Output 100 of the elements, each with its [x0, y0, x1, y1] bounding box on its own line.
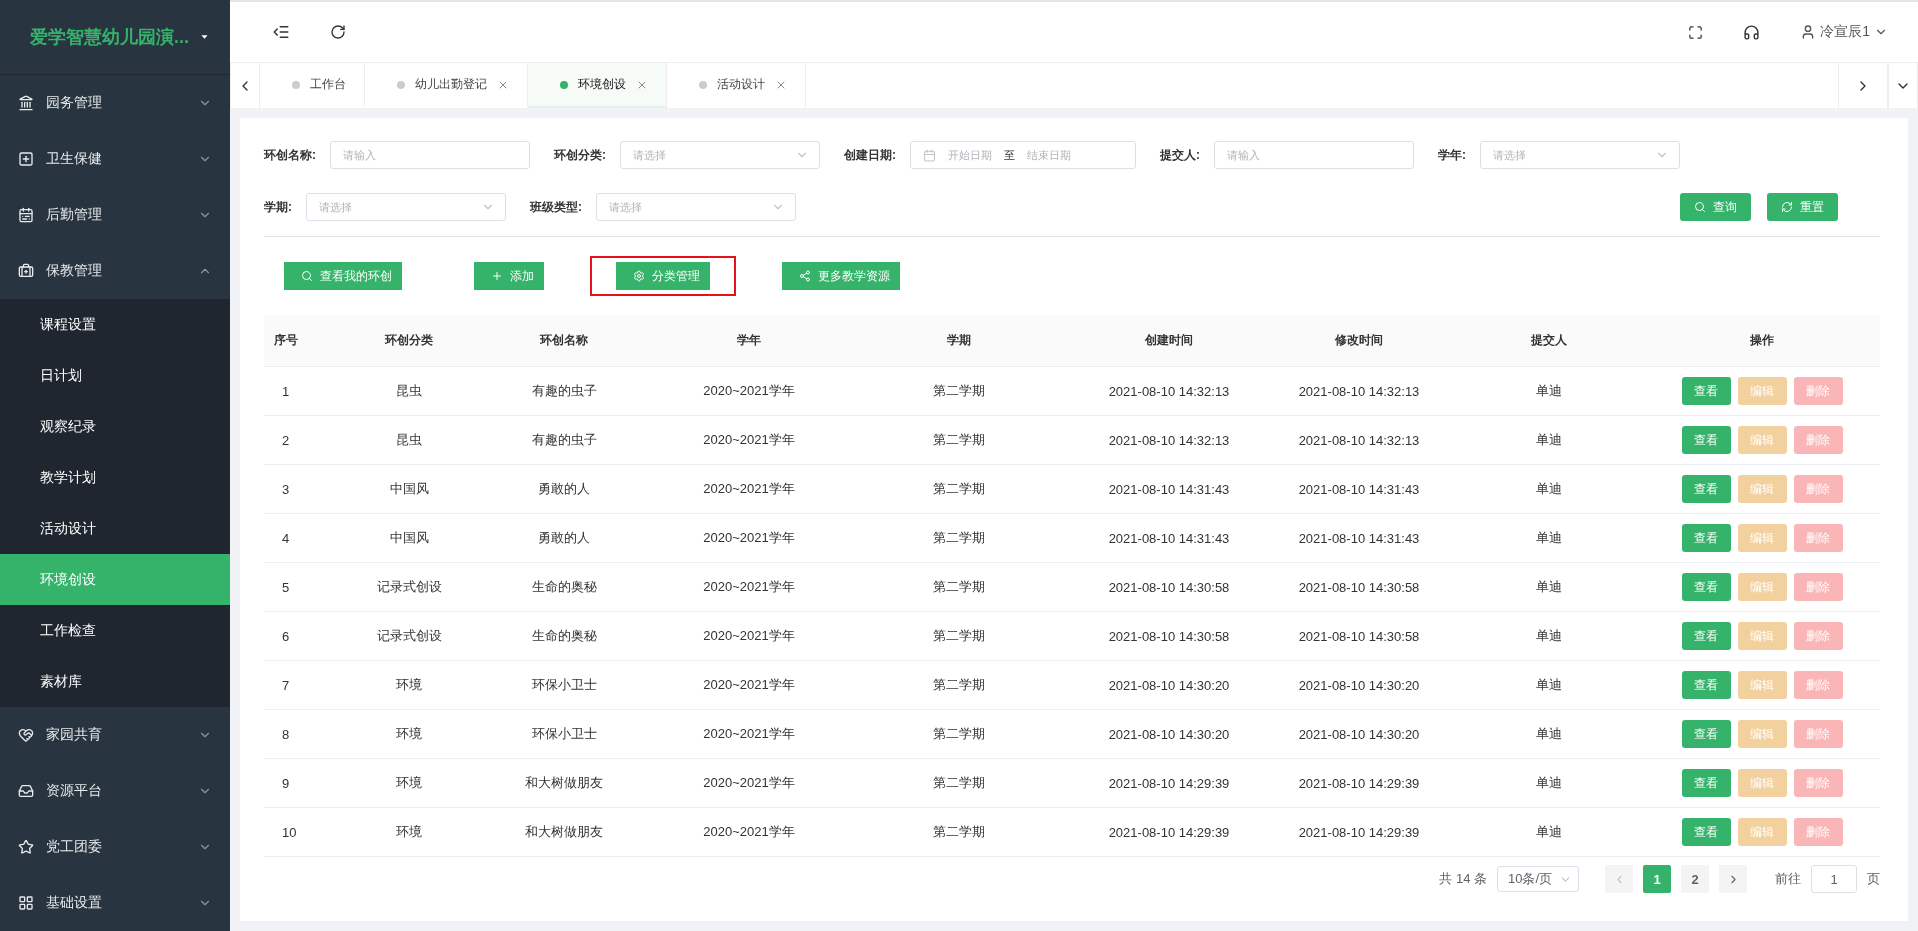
table-cell-text: 2021-08-10 14:30:20	[1107, 676, 1231, 695]
table-cell-text: 1	[281, 382, 291, 401]
reset-button[interactable]: 重置	[1767, 193, 1838, 221]
view-button[interactable]: 查看	[1681, 475, 1731, 503]
table-cell-text: 2021-08-10 14:29:39	[1297, 774, 1421, 793]
view-button[interactable]: 查看	[1681, 720, 1731, 748]
table-cell-text: 生命的奥秘	[530, 578, 598, 596]
table-cell-text: 2021-08-10 14:29:39	[1107, 823, 1231, 842]
table-cell-text: 2021-08-10 14:31:43	[1297, 480, 1421, 499]
sidebar-menu-item[interactable]: 保教管理	[0, 243, 230, 299]
table-cell-text: 第二学期	[932, 382, 986, 400]
page-number[interactable]: 1	[1643, 865, 1671, 893]
sidebar-submenu-item[interactable]: 教学计划	[0, 452, 230, 503]
table-cell-text: 2021-08-10 14:31:43	[1297, 529, 1421, 548]
filter-label: 环创分类:	[554, 146, 606, 164]
sidebar-submenu-item[interactable]: 观察纪录	[0, 401, 230, 452]
view-button[interactable]: 查看	[1681, 818, 1731, 846]
view-button[interactable]: 查看	[1681, 622, 1731, 650]
sidebar-submenu-item[interactable]: 课程设置	[0, 299, 230, 350]
table-cell-text: 10	[281, 823, 298, 842]
table-cell-text: 2021-08-10 14:30:58	[1107, 627, 1231, 646]
table-cell-text: 2020~2021学年	[702, 529, 796, 547]
filter-label: 提交人:	[1160, 146, 1200, 164]
total-count: 共 14 条	[1439, 870, 1487, 888]
table-cell-text: 第二学期	[932, 774, 986, 792]
sidebar-menu-item[interactable]: 党工团委	[0, 819, 230, 875]
table-cell-text: 单迪	[1535, 431, 1563, 449]
tabs-dropdown-button[interactable]	[1888, 63, 1918, 108]
table-cell-text: 和大树做朋友	[524, 823, 604, 841]
table-cell-text: 3	[281, 480, 291, 499]
page-tab[interactable]: 环境创设	[528, 63, 667, 108]
select-field[interactable]: 请选择	[620, 141, 820, 169]
sidebar-submenu-item[interactable]: 日计划	[0, 350, 230, 401]
table-cell-text: 2021-08-10 14:30:20	[1297, 676, 1421, 695]
column-header: 修改时间	[1334, 332, 1384, 349]
view-button[interactable]: 查看	[1681, 426, 1731, 454]
headset-icon[interactable]	[1743, 23, 1761, 41]
sidebar-submenu-item[interactable]: 环境创设	[0, 554, 230, 605]
table-cell-text: 9	[281, 774, 291, 793]
tab-status-dot	[397, 80, 405, 89]
menu-icon	[18, 151, 34, 167]
menu-collapse-icon[interactable]	[272, 23, 290, 41]
table-cell-text: 第二学期	[932, 725, 986, 743]
sidebar-menu-item[interactable]: 后勤管理	[0, 187, 230, 243]
sidebar-menu-item[interactable]: 基础设置	[0, 875, 230, 931]
settings-icon	[633, 270, 645, 282]
tab-label: 工作台	[310, 76, 346, 93]
table-cell-text: 2021-08-10 14:29:39	[1297, 823, 1421, 842]
select-field[interactable]: 请选择	[596, 193, 796, 221]
table-cell-text: 昆虫	[395, 382, 423, 400]
table-cell-text: 第二学期	[932, 823, 986, 841]
sidebar-menu-item[interactable]: 资源平台	[0, 763, 230, 819]
page-input-field[interactable]: 1	[1811, 865, 1857, 893]
page-unit-label: 页	[1867, 870, 1880, 888]
search-button[interactable]: 查询	[1680, 193, 1751, 221]
text-input-field[interactable]: 请输入	[1214, 141, 1414, 169]
table-cell-text: 2021-08-10 14:31:43	[1107, 480, 1231, 499]
date-range-field[interactable]: 开始日期 至 结束日期	[910, 141, 1136, 169]
table-cell-text: 2	[281, 431, 291, 450]
table-cell-text: 2020~2021学年	[702, 676, 796, 694]
plus-icon	[491, 270, 503, 282]
view-button[interactable]: 查看	[1681, 377, 1731, 405]
refresh-icon[interactable]	[330, 24, 346, 40]
settings-button[interactable]: 分类管理	[590, 256, 736, 296]
select-field[interactable]: 请选择	[1480, 141, 1680, 169]
calendar-icon	[923, 148, 936, 162]
table-cell-text: 6	[281, 627, 291, 646]
view-button[interactable]: 查看	[1681, 671, 1731, 699]
column-header: 环创分类	[383, 332, 434, 349]
fullscreen-icon[interactable]	[1688, 24, 1704, 40]
menu-icon	[18, 895, 34, 911]
column-header: 操作	[1749, 332, 1775, 349]
sidebar-menu-item[interactable]: 卫生保健	[0, 131, 230, 187]
table-cell-text: 2021-08-10 14:30:58	[1297, 578, 1421, 597]
user-menu[interactable]: 冷宣辰1	[1800, 23, 1888, 41]
table-cell-text: 2021-08-10 14:29:39	[1107, 774, 1231, 793]
filter-label: 学年:	[1438, 146, 1466, 164]
menu-icon	[18, 783, 34, 799]
menu-icon	[18, 95, 34, 111]
sidebar-submenu-item[interactable]: 素材库	[0, 656, 230, 707]
table-cell-text: 2021-08-10 14:30:20	[1297, 725, 1421, 744]
sidebar-submenu-item[interactable]: 活动设计	[0, 503, 230, 554]
menu-icon	[18, 207, 34, 223]
select-field[interactable]: 请选择	[306, 193, 506, 221]
text-input-field[interactable]: 请输入	[330, 141, 530, 169]
tab-status-dot	[292, 80, 300, 89]
filter-label: 环创名称:	[264, 146, 316, 164]
view-button[interactable]: 查看	[1681, 769, 1731, 797]
sidebar-submenu-item[interactable]: 工作检查	[0, 605, 230, 656]
page-size-select[interactable]: 10条/页	[1497, 866, 1579, 892]
caret-down-icon[interactable]	[201, 32, 208, 42]
table-cell-text: 单迪	[1535, 480, 1563, 498]
view-button[interactable]: 查看	[1681, 524, 1731, 552]
table-cell-text: 单迪	[1535, 529, 1563, 547]
view-button[interactable]: 查看	[1681, 573, 1731, 601]
table-cell-text: 环境	[395, 725, 423, 743]
page-number[interactable]: 2	[1681, 865, 1709, 893]
table-cell-text: 记录式创设	[375, 627, 443, 645]
sidebar-menu-item[interactable]: 家园共育	[0, 707, 230, 763]
sidebar-menu-item[interactable]: 园务管理	[0, 75, 230, 131]
